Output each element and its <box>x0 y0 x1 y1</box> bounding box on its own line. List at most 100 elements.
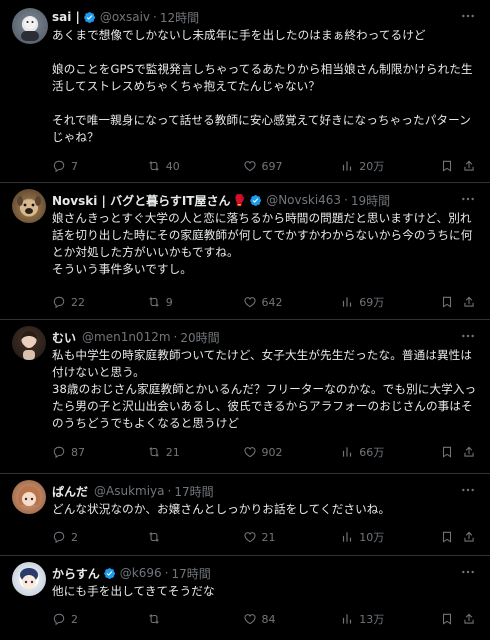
action-bar: 22 9 642 69万 <box>52 293 476 311</box>
retweet-icon <box>147 295 161 309</box>
retweet-count: 21 <box>165 445 180 459</box>
bar-chart-icon <box>340 295 354 309</box>
reply-button[interactable]: 22 <box>52 295 147 309</box>
more-options-icon[interactable] <box>460 482 476 498</box>
avatar[interactable] <box>12 326 46 360</box>
more-options-icon[interactable] <box>460 564 476 580</box>
more-options-icon[interactable] <box>460 328 476 344</box>
bar-chart-icon <box>340 530 354 544</box>
bookmark-button[interactable] <box>440 159 454 173</box>
like-button[interactable]: 697 <box>243 159 341 173</box>
bookmark-icon <box>440 159 454 173</box>
reply-icon <box>52 445 66 459</box>
retweet-count: 40 <box>165 159 180 173</box>
reply-button[interactable]: 2 <box>52 612 147 626</box>
user-handle[interactable]: @oxsaiv <box>100 10 150 24</box>
tweet[interactable]: ぱんだ @Asukmiya · 17時間 どんな状況なのか、お嬢さんとしっかりお… <box>0 474 490 556</box>
tweet-text: 他にも手を出してきてそうだな <box>52 584 215 598</box>
separator-dot: · <box>173 330 178 344</box>
like-count: 642 <box>261 295 283 309</box>
views-button[interactable]: 20万 <box>340 158 440 174</box>
tweet[interactable]: sai | @oxsaiv · 12時間 あくまで想像でしかないし未成年に手を出… <box>0 0 490 183</box>
reply-icon <box>52 295 66 309</box>
tweet-text: 私も中学生の時家庭教師ついてたけど、女子大生が先生だったな。普通は異性は付けない… <box>52 348 477 430</box>
share-button[interactable] <box>462 612 476 626</box>
views-button[interactable]: 10万 <box>340 529 440 545</box>
retweet-icon <box>147 445 161 459</box>
dog-avatar-icon <box>17 196 41 216</box>
bookmark-button[interactable] <box>440 530 454 544</box>
bookmark-button[interactable] <box>440 445 454 459</box>
share-icon <box>462 530 476 544</box>
bookmark-button[interactable] <box>440 612 454 626</box>
tweet-header: sai | @oxsaiv · 12時間 <box>52 7 466 27</box>
verified-badge-icon <box>103 567 116 580</box>
avatar[interactable] <box>12 480 46 514</box>
retweet-button[interactable]: 9 <box>147 295 243 309</box>
timestamp[interactable]: 17時間 <box>171 565 210 582</box>
retweet-button[interactable] <box>147 612 243 626</box>
like-button[interactable]: 21 <box>243 530 341 544</box>
timestamp[interactable]: 20時間 <box>180 329 219 346</box>
retweet-button[interactable] <box>147 530 243 544</box>
like-button[interactable]: 84 <box>243 612 341 626</box>
view-count: 20万 <box>359 160 385 173</box>
like-button[interactable]: 902 <box>243 445 341 459</box>
more-options-icon[interactable] <box>460 8 476 24</box>
character-avatar-icon <box>20 568 38 589</box>
share-button[interactable] <box>462 530 476 544</box>
reply-button[interactable]: 87 <box>52 445 147 459</box>
separator-dot: · <box>344 193 348 207</box>
heart-icon <box>243 445 257 459</box>
display-name[interactable]: Novski | バグと暮らすIT屋さん <box>52 192 231 209</box>
display-name[interactable]: むい <box>52 329 76 346</box>
timestamp[interactable]: 17時間 <box>174 483 213 500</box>
user-handle[interactable]: @Asukmiya <box>94 484 165 498</box>
view-count: 10万 <box>359 531 385 544</box>
views-button[interactable]: 66万 <box>340 444 440 460</box>
bookmark-button[interactable] <box>440 295 454 309</box>
tweet[interactable]: からすん @k696 · 17時間 他にも手を出してきてそうだな 2 84 13… <box>0 556 490 640</box>
avatar[interactable] <box>12 189 46 223</box>
bookmark-icon <box>440 612 454 626</box>
retweet-button[interactable]: 40 <box>147 159 243 173</box>
share-button[interactable] <box>462 295 476 309</box>
user-handle[interactable]: @Novski463 <box>266 193 341 207</box>
more-options-icon[interactable] <box>460 191 476 207</box>
emoji-icon: 🥊 <box>232 193 247 207</box>
retweet-count: 9 <box>165 295 173 309</box>
display-name[interactable]: ぱんだ <box>52 483 88 500</box>
tweet-text: あくまで想像でしかないし未成年に手を出したのはまぁ終わってるけど 娘のことをGP… <box>52 28 473 144</box>
reply-count: 2 <box>71 612 78 626</box>
illustrated-avatar-icon <box>18 486 40 506</box>
like-button[interactable]: 642 <box>243 295 341 309</box>
view-count: 13万 <box>359 613 385 626</box>
separator-dot: · <box>153 10 157 24</box>
display-name[interactable]: sai | <box>52 10 80 24</box>
reply-icon <box>52 530 66 544</box>
user-handle[interactable]: @men1n012m <box>82 330 171 344</box>
tweet[interactable]: Novski | バグと暮らすIT屋さん 🥊 @Novski463 · 19時間… <box>0 183 490 320</box>
timestamp[interactable]: 12時間 <box>160 9 199 26</box>
avatar[interactable] <box>12 562 46 596</box>
retweet-icon <box>147 159 161 173</box>
user-handle[interactable]: @k696 <box>120 566 162 580</box>
share-icon <box>462 612 476 626</box>
avatar[interactable] <box>12 8 48 44</box>
timestamp[interactable]: 19時間 <box>351 192 390 209</box>
views-button[interactable]: 69万 <box>340 294 440 310</box>
reply-button[interactable]: 2 <box>52 530 147 544</box>
reply-count: 22 <box>71 295 85 309</box>
display-name[interactable]: からすん <box>52 565 100 582</box>
retweet-button[interactable]: 21 <box>147 445 243 459</box>
views-button[interactable]: 13万 <box>340 611 440 627</box>
share-button[interactable] <box>462 159 476 173</box>
verified-badge-icon <box>249 194 262 207</box>
heart-icon <box>243 295 257 309</box>
reply-button[interactable]: 7 <box>52 159 147 173</box>
share-icon <box>462 159 476 173</box>
heart-icon <box>243 159 257 173</box>
reply-icon <box>52 612 66 626</box>
share-button[interactable] <box>462 445 476 459</box>
tweet[interactable]: むい @men1n012m · 20時間 私も中学生の時家庭教師ついてたけど、女… <box>0 320 490 474</box>
